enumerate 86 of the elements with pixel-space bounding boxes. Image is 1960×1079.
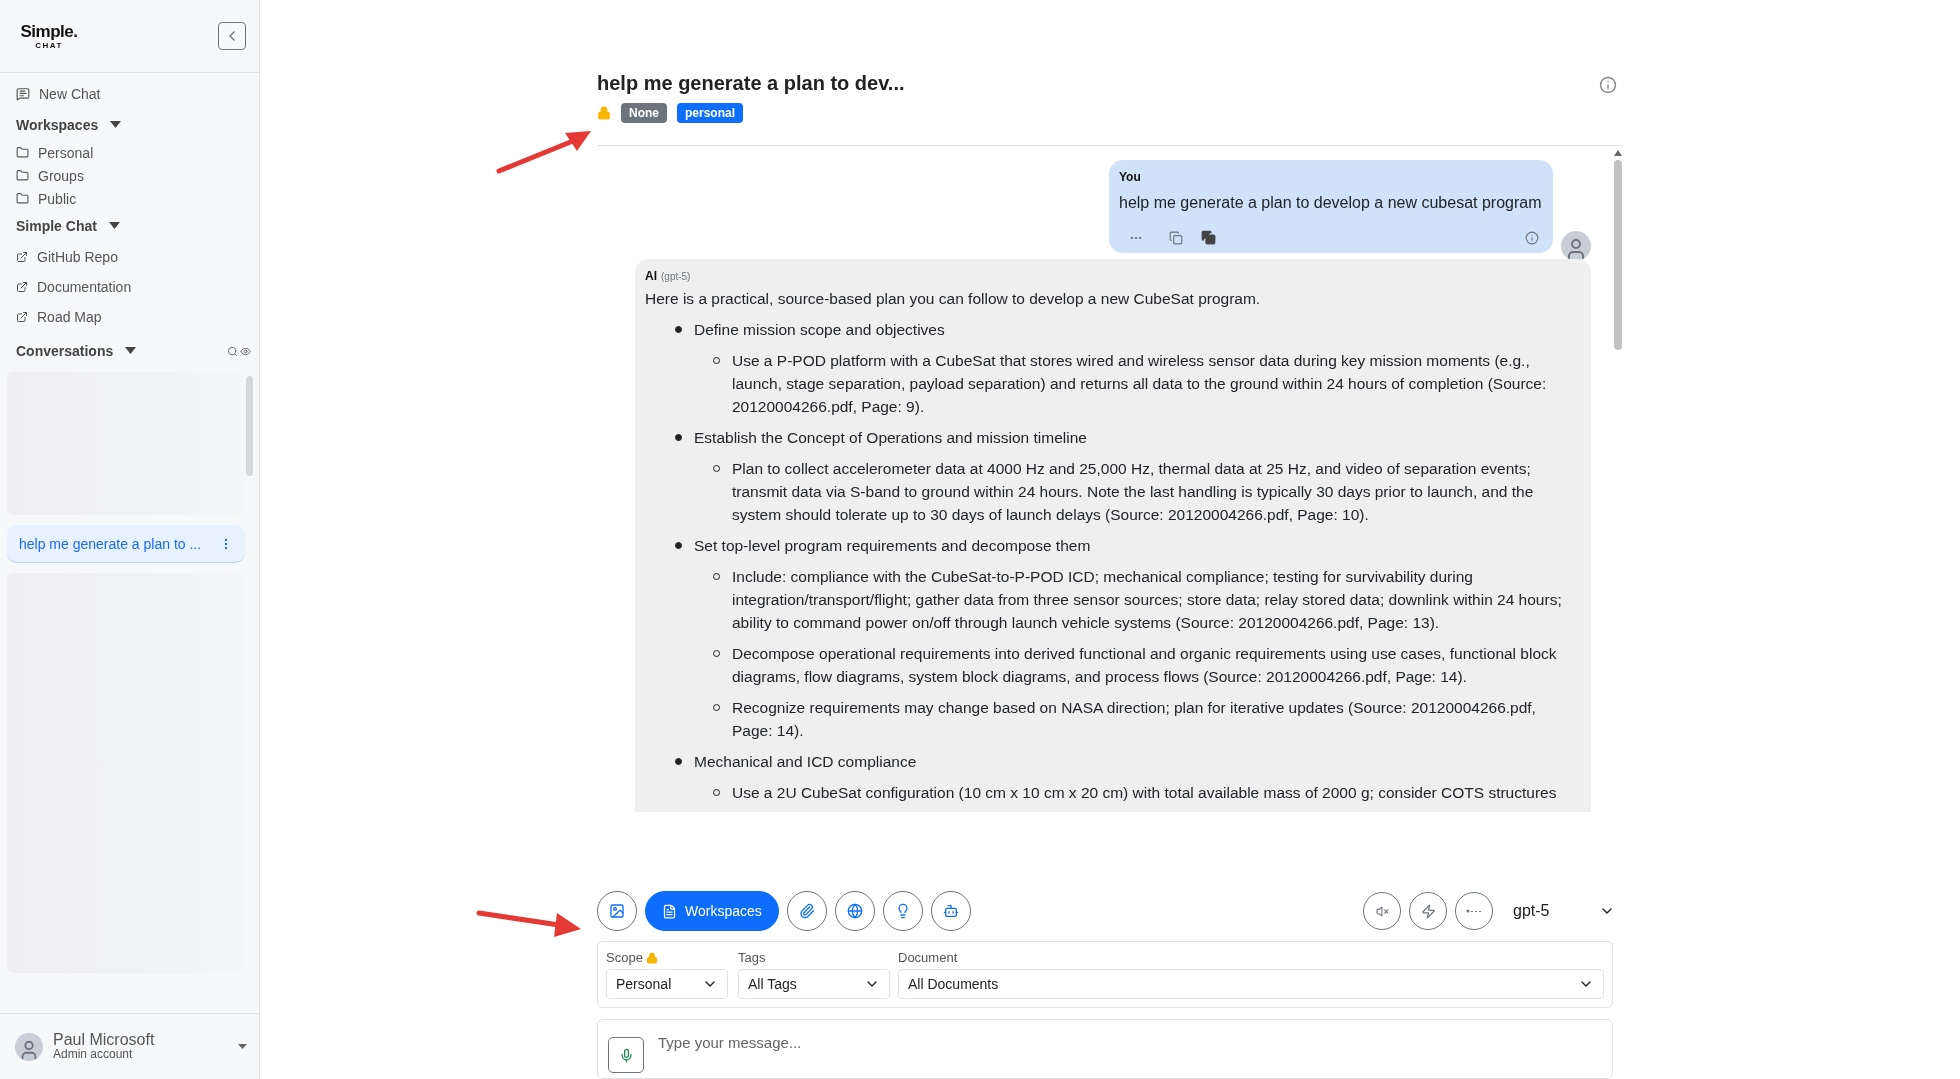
workspace-link[interactable]: Groups xyxy=(0,164,259,187)
section-title[interactable]: Conversations xyxy=(16,343,114,359)
section-title[interactable]: Workspaces xyxy=(16,117,99,133)
list-item-text: Mechanical and ICD compliance xyxy=(694,752,917,772)
document-icon xyxy=(662,903,677,919)
copy-icon xyxy=(1201,230,1216,245)
options-button[interactable] xyxy=(1455,892,1493,930)
logo: Simple. CHAT xyxy=(19,22,79,50)
workspace-link[interactable]: Personal xyxy=(0,141,259,164)
list-item-text: Recognize requirements may change based on NASA direction; plan for iterative updates (Source: 20120004266.pdf, Page: 14). xyxy=(732,698,1537,741)
flash-button[interactable] xyxy=(1409,892,1447,930)
caret-icon xyxy=(110,121,122,129)
field-label: Document xyxy=(898,950,959,965)
folder-icon xyxy=(16,146,29,159)
field-label: Scope xyxy=(606,950,728,965)
external-link-icon xyxy=(16,251,28,263)
sender-name: You xyxy=(1119,170,1142,184)
list-item-text: Plan to collect accelerometer data at 4000 Hz and 25,000 Hz, thermal data at 25 Hz, and video of separation events; transmit data via S-band to ground within 24 hours. Note the last handling is typically 30 days prior to launch, and the system should tolerate up to 30 days of launch delays (Source: 20120004266.pdf, Page: 10). xyxy=(732,459,1535,525)
dropdown-select[interactable]: All Documents xyxy=(898,969,1604,999)
idea-button[interactable] xyxy=(882,891,923,931)
chat-title: help me generate a plan to dev... xyxy=(597,72,905,95)
external-link[interactable]: GitHub Repo xyxy=(0,242,259,272)
scrollbar-thumb[interactable] xyxy=(1614,160,1622,350)
message-text: help me generate a plan to develop a new cubesat program xyxy=(1119,193,1543,213)
web-search-button[interactable] xyxy=(834,891,875,931)
folder-icon xyxy=(16,192,29,205)
mute-icon xyxy=(1375,904,1389,918)
tag: personal xyxy=(677,103,743,123)
message-input[interactable]: Type your message... xyxy=(656,1031,1602,1053)
image-icon xyxy=(609,903,625,919)
caret-icon xyxy=(108,222,120,230)
workspace-link[interactable]: Public xyxy=(0,187,259,210)
avatar xyxy=(15,1032,43,1061)
external-link[interactable]: Road Map xyxy=(0,302,259,332)
dropdown-select[interactable]: All Tags xyxy=(738,969,890,999)
scrollbar[interactable] xyxy=(246,376,253,476)
external-link-icon xyxy=(16,311,28,323)
list-item-text: Use a 2U CubeSat configuration (10 cm x 10 cm x 20 cm) with total available mass of 2000 g; consider COTS structures xyxy=(732,783,1557,803)
message-field[interactable]: Type your message... xyxy=(597,1019,1613,1079)
info-icon xyxy=(1525,230,1539,245)
conversation-item[interactable]: help me generate a plan to ... xyxy=(7,525,245,563)
section-title[interactable]: Simple Chat xyxy=(16,218,97,234)
eye-icon xyxy=(240,345,251,357)
bullet-icon xyxy=(675,542,682,549)
list-item-text: Include: compliance with the CubeSat-to-P-POD ICD; mechanical compliance; testing for survivability during integration/transport/flight; gather data from three sensor sources; store data; relay stored data; downlink within 24 hours; ability to command power on/off through launch vehicle systems (Source: 20120004266.pdf, Page: 13). xyxy=(732,567,1563,633)
scroll-up-icon xyxy=(1614,150,1622,156)
lightning-icon xyxy=(1420,903,1436,919)
globe-icon xyxy=(846,903,863,919)
user-name: Paul Microsoft xyxy=(53,1031,156,1047)
collapse-sidebar-button[interactable] xyxy=(218,22,246,50)
paperclip-icon xyxy=(798,903,815,919)
model-select[interactable]: gpt-5 xyxy=(1513,892,1623,930)
agent-button[interactable] xyxy=(930,891,971,931)
attach-button[interactable] xyxy=(786,891,827,931)
mute-button[interactable] xyxy=(1363,892,1401,930)
sender-name: AI (gpt-5) xyxy=(645,269,692,283)
list-item-text: Set top-level program requirements and decompose them xyxy=(694,536,1091,556)
avatar xyxy=(1561,231,1591,261)
caret-icon xyxy=(125,347,137,355)
dots-icon xyxy=(1466,909,1482,913)
chat-icon xyxy=(16,87,30,101)
tag: None xyxy=(621,103,667,123)
bullet-icon xyxy=(675,434,682,441)
dropdown-select[interactable]: Personal xyxy=(606,969,728,999)
microphone-button[interactable] xyxy=(608,1037,644,1073)
list-item-text: Use a P-POD platform with a CubeSat that stores wired and wireless sensor data during key mission moments (e.g., launch, stage separation, payload separation) and returns all data to the ground within 24 hours of completion (Source: 20120004266.pdf, Page: 9). xyxy=(732,351,1548,417)
bullet-icon xyxy=(675,326,682,333)
caret-icon[interactable] xyxy=(238,1043,247,1050)
message-text: Here is a practical, source-based plan you can follow to develop a new CubeSat program. xyxy=(645,289,1262,309)
list-item-text: Define mission scope and objectives xyxy=(694,320,945,340)
bullet-icon xyxy=(675,758,682,765)
image-button[interactable] xyxy=(597,891,637,931)
external-link-icon xyxy=(16,281,28,293)
user-role: Admin account xyxy=(53,1046,134,1062)
workspaces-button[interactable]: Workspaces xyxy=(645,891,779,931)
search-icon xyxy=(227,345,238,357)
field-label: Tags xyxy=(738,950,767,965)
external-link[interactable]: Documentation xyxy=(0,272,259,302)
info-icon xyxy=(1599,76,1617,94)
copy-icon xyxy=(1169,230,1183,245)
new-chat-link[interactable]: New Chat xyxy=(0,79,259,109)
list-item-text: Establish the Concept of Operations and mission timeline xyxy=(694,428,1087,448)
list-item-text: Decompose operational requirements into derived functional and organic requirements using use cases, functional block diagrams, flow diagrams, system block diagrams, and process flows (Source: 20120004266.pdf, Page: 14). xyxy=(732,644,1558,687)
robot-icon xyxy=(942,903,959,919)
microphone-icon xyxy=(618,1047,634,1063)
folder-icon xyxy=(16,169,29,182)
